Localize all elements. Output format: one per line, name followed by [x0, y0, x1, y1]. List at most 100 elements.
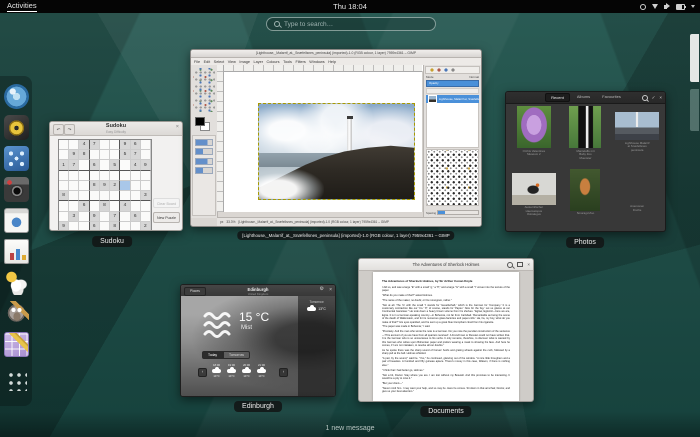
sudoku-cell[interactable]: 7 — [90, 140, 100, 150]
sudoku-cell[interactable] — [79, 191, 89, 201]
sudoku-cell[interactable]: 8 — [79, 150, 89, 160]
message-tray-text[interactable]: 1 new message — [0, 425, 700, 432]
sudoku-cell[interactable] — [120, 212, 130, 222]
battery-icon[interactable] — [676, 4, 685, 10]
sudoku-cell[interactable] — [141, 140, 151, 150]
sudoku-cell[interactable]: 2 — [141, 222, 151, 231]
search-icon[interactable] — [642, 95, 648, 101]
sudoku-cell[interactable]: 2 — [110, 181, 120, 191]
sudoku-cell[interactable]: 8 — [100, 201, 110, 211]
dock-icon-videos[interactable] — [4, 146, 29, 171]
sudoku-cell[interactable] — [120, 191, 130, 201]
network-icon[interactable] — [652, 4, 658, 9]
sudoku-cell[interactable]: 9 — [59, 222, 69, 231]
status-area[interactable] — [634, 0, 695, 13]
sudoku-cell[interactable] — [131, 191, 141, 201]
sudoku-cell[interactable] — [79, 171, 89, 181]
sudoku-cell[interactable]: 4 — [79, 140, 89, 150]
brushes-grid[interactable] — [426, 149, 479, 206]
layer-lock-row[interactable] — [426, 88, 479, 94]
sudoku-cell[interactable]: 8 — [90, 181, 100, 191]
document-page[interactable]: The Adventures of Sherlock Holmes, by Si… — [373, 272, 519, 401]
layers-dialog-tabs[interactable] — [425, 66, 480, 74]
new-puzzle-button[interactable]: New Puzzle — [153, 212, 180, 223]
sudoku-cell[interactable] — [90, 201, 100, 211]
sudoku-cell[interactable]: 8 — [59, 191, 69, 201]
weather-tab-tomorrow[interactable]: Tomorrow — [223, 351, 250, 359]
photos-tab-recent[interactable]: Recent — [545, 93, 570, 102]
sudoku-cell[interactable] — [100, 171, 110, 181]
sudoku-cell[interactable] — [79, 181, 89, 191]
gear-icon[interactable]: ⚙ — [320, 286, 324, 292]
sudoku-cell[interactable] — [131, 181, 141, 191]
sudoku-cell[interactable] — [100, 222, 110, 231]
photos-tab-albums[interactable]: Albums — [572, 93, 595, 102]
photo-thumbnail-fox[interactable] — [570, 169, 600, 211]
sudoku-cell[interactable] — [110, 191, 120, 201]
sudoku-cell[interactable] — [59, 171, 69, 181]
status-unit[interactable]: px — [220, 220, 223, 224]
brush-spacing-slider[interactable] — [437, 210, 479, 216]
gimp-menu-filters[interactable]: Filters — [295, 60, 305, 64]
sudoku-cell[interactable]: 6 — [90, 160, 100, 170]
dock-icon-camera[interactable] — [4, 177, 29, 202]
dock-icon-sudoku[interactable] — [4, 332, 29, 357]
sudoku-cell[interactable] — [69, 201, 79, 211]
sudoku-cell[interactable] — [69, 222, 79, 231]
sudoku-cell[interactable]: 3 — [141, 191, 151, 201]
dock-icon-appgrid[interactable] — [5, 369, 27, 391]
sudoku-cell[interactable] — [59, 212, 69, 222]
clear-board-button[interactable]: Clear Board — [153, 198, 180, 208]
sudoku-cell[interactable] — [131, 201, 141, 211]
photo-item[interactable]: Smaragd Zoo — [560, 167, 612, 230]
sudoku-cell[interactable] — [69, 140, 79, 150]
sudoku-cell[interactable]: 6 — [131, 140, 141, 150]
tool-option-slider[interactable] — [195, 158, 213, 165]
sudoku-cell[interactable] — [131, 222, 141, 231]
gimp-menu-edit[interactable]: Edit — [204, 60, 211, 64]
sudoku-cell[interactable] — [59, 201, 69, 211]
fullscreen-icon[interactable] — [517, 262, 523, 268]
dock-icon-music[interactable] — [4, 115, 29, 140]
sudoku-cell[interactable] — [59, 140, 69, 150]
window-weather[interactable]: Places Edinburgh United Kingdom ⚙ × 15 °… — [180, 284, 336, 397]
photo-thumbnail-clownfish[interactable] — [615, 174, 659, 204]
gimp-menu-help[interactable]: Help — [328, 60, 336, 64]
sudoku-cell[interactable]: 9 — [69, 150, 79, 160]
select-icon[interactable]: ✓ — [652, 95, 656, 101]
sudoku-cell[interactable]: 8 — [110, 222, 120, 231]
sudoku-cell[interactable] — [100, 140, 110, 150]
tool-option-slider[interactable] — [195, 148, 213, 155]
sudoku-cell[interactable] — [79, 222, 89, 231]
photo-item[interactable]: Lighthouse Malarrifat Snæfellsnespeninsu… — [611, 104, 663, 167]
sudoku-cell[interactable] — [69, 181, 79, 191]
gimp-menu-file[interactable]: File — [194, 60, 200, 64]
layer-row-selected[interactable]: Lighthouse, Malarrif at, Snæfellsnes pen… — [426, 95, 479, 103]
sudoku-cell[interactable] — [69, 191, 79, 201]
workspace-thumbnail-1[interactable] — [690, 34, 699, 82]
search-input[interactable]: Type to search… — [266, 17, 436, 31]
sudoku-cell[interactable]: 9 — [141, 160, 151, 170]
sudoku-cell[interactable] — [90, 191, 100, 201]
dock-icon-docs[interactable] — [4, 239, 29, 264]
status-zoom[interactable]: 33.3% — [226, 220, 235, 224]
photo-item[interactable]: Orchis ValentinesMuséum 2 — [508, 104, 560, 167]
sudoku-cell[interactable] — [100, 150, 110, 160]
sudoku-cell[interactable]: 6 — [90, 222, 100, 231]
photo-thumbnail-orchid[interactable] — [517, 106, 551, 148]
gimp-menu-image[interactable]: Image — [239, 60, 250, 64]
dock-icon-calendar[interactable] — [4, 208, 29, 233]
sudoku-cell[interactable]: 5 — [110, 160, 120, 170]
dock-icon-gimp[interactable] — [4, 301, 29, 326]
sudoku-cell[interactable]: 9 — [100, 181, 110, 191]
photo-thumbnail-oystercatcher[interactable] — [512, 173, 556, 205]
sudoku-cell[interactable] — [141, 212, 151, 222]
gimp-menu-select[interactable]: Select — [214, 60, 225, 64]
sudoku-cell[interactable]: 7 — [69, 160, 79, 170]
forecast-prev-button[interactable]: ‹ — [198, 368, 207, 377]
sudoku-cell[interactable] — [131, 171, 141, 181]
sudoku-cell[interactable] — [110, 150, 120, 160]
sudoku-cell[interactable]: 6 — [131, 212, 141, 222]
workspace-thumbnail-2[interactable] — [690, 89, 699, 131]
sudoku-cell[interactable] — [100, 212, 110, 222]
